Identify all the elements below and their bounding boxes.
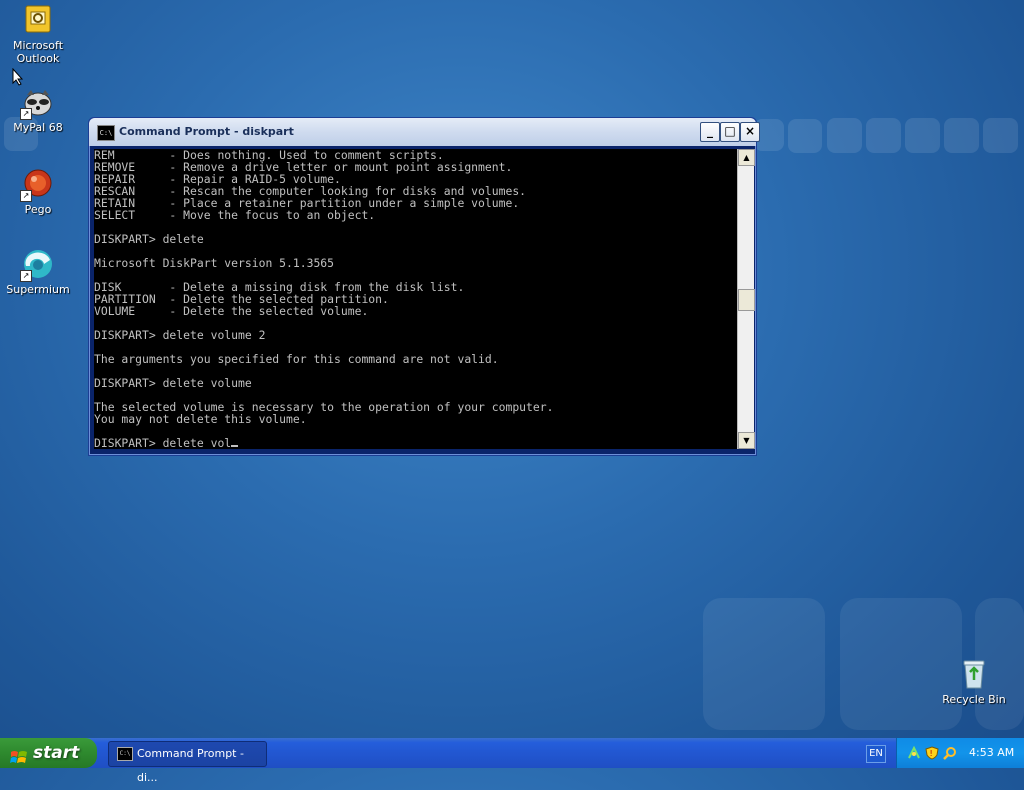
language-indicator[interactable]: EN	[866, 745, 886, 763]
console-line: Microsoft DiskPart version 5.1.3565	[94, 256, 335, 270]
mouse-pointer-icon	[12, 68, 24, 86]
desktop-icon-label: MyPal 68	[13, 121, 63, 134]
minimize-button[interactable]: _	[700, 122, 720, 142]
command-prompt-window[interactable]: C:\ Command Prompt - diskpart _ □ × REM …	[88, 117, 760, 456]
desktop-icon-label: Supermium	[6, 283, 70, 296]
wallpaper-square	[983, 118, 1018, 153]
supermium-icon: ↗	[20, 248, 54, 282]
wallpaper-square	[788, 119, 822, 153]
svg-text:!: !	[930, 749, 933, 758]
desktop-icon-label: Pego	[24, 203, 52, 216]
raccoon-icon: ↗	[20, 86, 54, 120]
shortcut-arrow-icon: ↗	[20, 108, 32, 120]
desktop-icon-outlook[interactable]: Microsoft Outlook	[0, 4, 76, 65]
desktop-icon-mypal[interactable]: ↗ MyPal 68	[0, 86, 76, 134]
text-cursor	[231, 445, 239, 447]
console-line: VOLUME - Delete the selected volume.	[94, 304, 369, 318]
console-line: DISKPART> delete volume	[94, 376, 252, 390]
wallpaper-square	[944, 118, 979, 153]
shortcut-arrow-icon: ↗	[20, 270, 32, 282]
maximize-button[interactable]: □	[720, 122, 740, 142]
desktop-icon-label: Recycle Bin	[942, 693, 1006, 706]
desktop-icon-label: Microsoft	[12, 39, 64, 52]
desktop-icon-recycle-bin[interactable]: Recycle Bin	[936, 658, 1012, 706]
pego-icon: ↗	[20, 168, 54, 202]
desktop-icon-supermium[interactable]: ↗ Supermium	[0, 248, 76, 296]
desktop-icon-pego[interactable]: ↗ Pego	[0, 168, 76, 216]
desktop-icon-label: Outlook	[16, 52, 60, 65]
vertical-scrollbar[interactable]: ▲ ▼	[737, 149, 755, 449]
console-output[interactable]: REM - Does nothing. Used to comment scri…	[94, 149, 737, 449]
network-icon[interactable]	[907, 745, 921, 760]
console-icon: C:\	[97, 125, 115, 141]
close-button[interactable]: ×	[740, 122, 760, 142]
console-line: The arguments you specified for this com…	[94, 352, 499, 366]
console-input-line[interactable]: DISKPART> delete vol	[94, 437, 737, 449]
console-line: DISKPART> delete	[94, 232, 204, 246]
security-shield-icon[interactable]: !	[925, 746, 939, 760]
console-current-input: DISKPART> delete vol	[94, 436, 232, 449]
scroll-thumb[interactable]	[738, 289, 755, 311]
wallpaper-square	[703, 598, 825, 730]
scroll-up-button[interactable]: ▲	[738, 149, 755, 166]
recycle-bin-icon	[958, 658, 990, 690]
taskbar: start C:\ Command Prompt - di... EN ! 4:…	[0, 738, 1024, 784]
scroll-down-button[interactable]: ▼	[738, 432, 755, 449]
start-label: start	[33, 743, 80, 763]
windows-logo-icon	[10, 745, 28, 775]
console-icon: C:\	[117, 747, 133, 761]
start-button[interactable]: start	[0, 738, 97, 768]
clock[interactable]: 4:53 AM	[969, 738, 1014, 768]
outlook-icon	[22, 4, 54, 36]
console-text: REM - Does nothing. Used to comment scri…	[94, 149, 737, 437]
taskbar-item-command-prompt[interactable]: C:\ Command Prompt - di...	[108, 741, 267, 784]
window-title: Command Prompt - diskpart	[119, 125, 294, 138]
search-icon[interactable]	[943, 746, 957, 760]
system-tray: ! 4:53 AM	[896, 738, 1024, 768]
console-line: SELECT - Move the focus to an object.	[94, 208, 376, 222]
wallpaper-square	[866, 118, 901, 153]
wallpaper-square	[905, 118, 940, 153]
taskbar-item-label: Command Prompt - di...	[137, 747, 244, 784]
console-line: DISKPART> delete volume 2	[94, 328, 266, 342]
shortcut-arrow-icon: ↗	[20, 190, 32, 202]
console-line: You may not delete this volume.	[94, 412, 307, 426]
wallpaper-square	[827, 118, 862, 153]
window-titlebar[interactable]: C:\ Command Prompt - diskpart _ □ ×	[89, 118, 760, 146]
